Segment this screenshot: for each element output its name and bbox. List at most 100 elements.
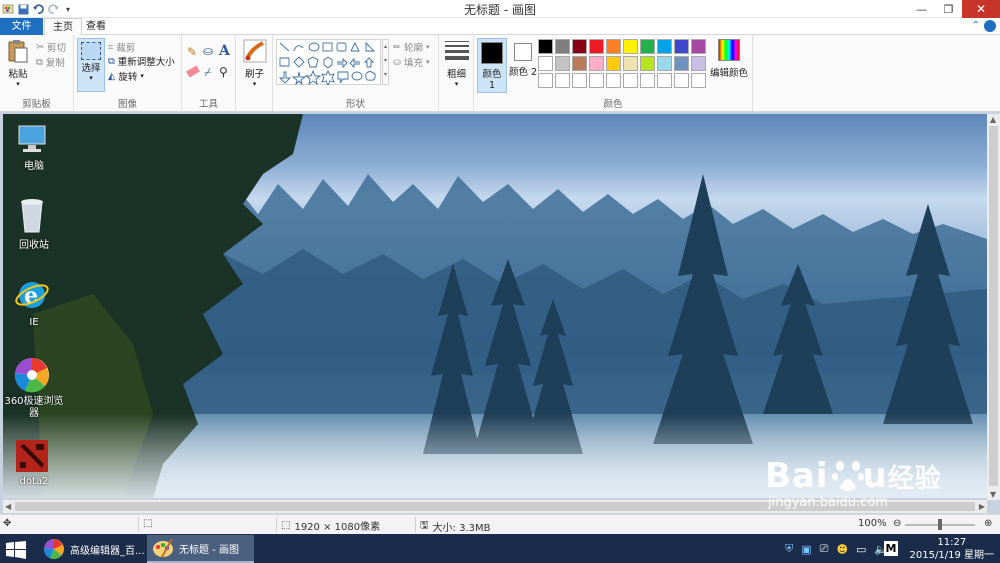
palette-swatch[interactable]	[674, 39, 689, 54]
tab-view[interactable]: 查看	[78, 18, 114, 35]
select-dropdown-icon[interactable]: ▾	[78, 74, 104, 82]
palette-swatch[interactable]	[589, 73, 604, 88]
shapes-scroll[interactable]: ▴ ▾ ▾	[382, 39, 389, 85]
clock[interactable]: 11:27 2015/1/19 星期一	[910, 536, 994, 562]
shield-icon[interactable]: ⛨	[785, 542, 793, 556]
text-tool[interactable]: A	[219, 43, 230, 59]
tab-home[interactable]: 主页	[44, 18, 82, 36]
scroll-up-icon[interactable]: ▲	[990, 115, 996, 124]
rotate-button[interactable]: ◭ 旋转 ▾	[108, 69, 144, 84]
scroll-down-icon[interactable]: ▼	[990, 490, 996, 499]
minimize-button[interactable]: —	[908, 0, 935, 18]
palette-swatch[interactable]	[589, 39, 604, 54]
palette-swatch[interactable]	[657, 39, 672, 54]
shapes-gallery[interactable]	[276, 39, 381, 87]
palette-swatch[interactable]	[606, 56, 621, 71]
select-button[interactable]: 选择 ▾	[77, 38, 105, 92]
eraser-tool[interactable]	[186, 65, 200, 78]
ime-indicator[interactable]: M	[884, 541, 898, 556]
paste-button[interactable]: 粘贴 ▾	[4, 39, 32, 88]
palette-swatch[interactable]	[640, 39, 655, 54]
size-dropdown-icon[interactable]: ▾	[443, 80, 470, 88]
palette-swatch[interactable]	[657, 56, 672, 71]
palette-swatch[interactable]	[674, 73, 689, 88]
scroll-left-icon[interactable]: ◀	[5, 502, 11, 511]
taskbar-item[interactable]: 高级编辑器_百...	[38, 535, 145, 563]
scroll-right-icon[interactable]: ▶	[979, 502, 985, 511]
color2-button[interactable]: 颜色 2	[508, 38, 538, 93]
size-button[interactable]: 粗细 ▾	[443, 39, 470, 88]
collapse-ribbon-icon[interactable]: ⌃	[972, 20, 980, 32]
cut-button[interactable]: ✂ 剪切	[36, 40, 66, 55]
restore-button[interactable]: ❐	[935, 0, 962, 18]
browser-360-icon[interactable]	[13, 356, 51, 394]
fill-tool[interactable]: ⛀	[203, 44, 213, 58]
color1-button[interactable]: 颜色 1	[477, 38, 507, 93]
palette-swatch[interactable]	[691, 56, 706, 71]
qq-icon[interactable]: ☻	[836, 543, 847, 556]
color2-label: 颜色 2	[508, 67, 538, 78]
network-app-icon[interactable]: ▣	[801, 543, 811, 556]
palette-swatch[interactable]	[555, 56, 570, 71]
computer-icon[interactable]	[13, 122, 51, 156]
brushes-button[interactable]: 刷子 ▾	[241, 39, 268, 88]
pencil-tool[interactable]: ✎	[187, 45, 197, 59]
brushes-dropdown-icon[interactable]: ▾	[241, 80, 268, 88]
brushes-group: 刷子 ▾	[236, 35, 273, 112]
palette-swatch[interactable]	[640, 56, 655, 71]
fill-dropdown-icon[interactable]: ▾	[426, 58, 430, 66]
shapes-gallery-icons	[278, 41, 376, 87]
help-icon[interactable]: ?	[984, 20, 996, 32]
drawing-canvas[interactable]: 电脑 回收站 e IE 360极速浏览器 dota2	[3, 114, 987, 498]
taskbar-item-active[interactable]: 无标题 - 画图	[147, 535, 254, 563]
edit-colors-button[interactable]: 编辑颜色	[709, 39, 749, 79]
palette-swatch[interactable]	[691, 39, 706, 54]
palette-swatch[interactable]	[623, 73, 638, 88]
vertical-scroll-thumb[interactable]	[989, 126, 998, 486]
palette-swatch[interactable]	[640, 73, 655, 88]
palette-swatch[interactable]	[623, 56, 638, 71]
palette-swatch[interactable]	[538, 56, 553, 71]
network-icon[interactable]: ⎚	[820, 542, 829, 556]
palette-swatch[interactable]	[572, 39, 587, 54]
outline-button[interactable]: ✏ 轮廓 ▾	[393, 40, 430, 55]
vertical-scrollbar[interactable]: ▲ ▼	[987, 114, 1000, 500]
close-button[interactable]: ✕	[962, 0, 1000, 18]
palette-swatch[interactable]	[606, 39, 621, 54]
color-picker-tool[interactable]: ⌿	[204, 65, 211, 80]
rotate-label: 旋转	[118, 72, 138, 83]
tools-group-label: 工具	[198, 99, 218, 110]
palette-swatch[interactable]	[572, 73, 587, 88]
image-group: 选择 ▾ ⌗ 裁剪 ⧉ 重新调整大小 ◭ 旋转 ▾ 图像	[74, 35, 182, 112]
desktop-icon-label: IE	[29, 317, 39, 328]
palette-swatch[interactable]	[674, 56, 689, 71]
palette-swatch[interactable]	[572, 56, 587, 71]
crop-button[interactable]: ⌗ 裁剪	[108, 40, 135, 55]
ie-icon[interactable]: e	[13, 276, 51, 314]
paste-dropdown-icon[interactable]: ▾	[4, 80, 32, 88]
recycle-bin-icon[interactable]	[15, 196, 49, 234]
color-spectrum-icon	[718, 39, 740, 61]
zoom-slider-thumb[interactable]	[938, 519, 942, 530]
battery-icon[interactable]: ▭	[856, 543, 866, 556]
windows-start-icon[interactable]	[6, 541, 26, 559]
palette-swatch[interactable]	[538, 39, 553, 54]
palette-swatch[interactable]	[589, 56, 604, 71]
palette-swatch[interactable]	[538, 73, 553, 88]
copy-button[interactable]: ⧉ 复制	[36, 55, 65, 70]
palette-swatch[interactable]	[623, 39, 638, 54]
outline-dropdown-icon[interactable]: ▾	[426, 43, 430, 51]
palette-swatch[interactable]	[555, 73, 570, 88]
zoom-in-icon[interactable]: ⊕	[984, 518, 992, 529]
magnifier-tool[interactable]: ⚲	[219, 65, 228, 79]
resize-button[interactable]: ⧉ 重新调整大小	[108, 54, 175, 69]
palette-swatch[interactable]	[691, 73, 706, 88]
tab-file[interactable]: 文件	[0, 18, 43, 35]
dota2-icon[interactable]	[14, 438, 50, 474]
zoom-out-icon[interactable]: ⊖	[893, 518, 901, 529]
palette-swatch[interactable]	[657, 73, 672, 88]
rotate-dropdown-icon[interactable]: ▾	[140, 72, 144, 80]
palette-swatch[interactable]	[606, 73, 621, 88]
palette-swatch[interactable]	[555, 39, 570, 54]
fill-button[interactable]: ⛀ 填充 ▾	[393, 55, 430, 70]
